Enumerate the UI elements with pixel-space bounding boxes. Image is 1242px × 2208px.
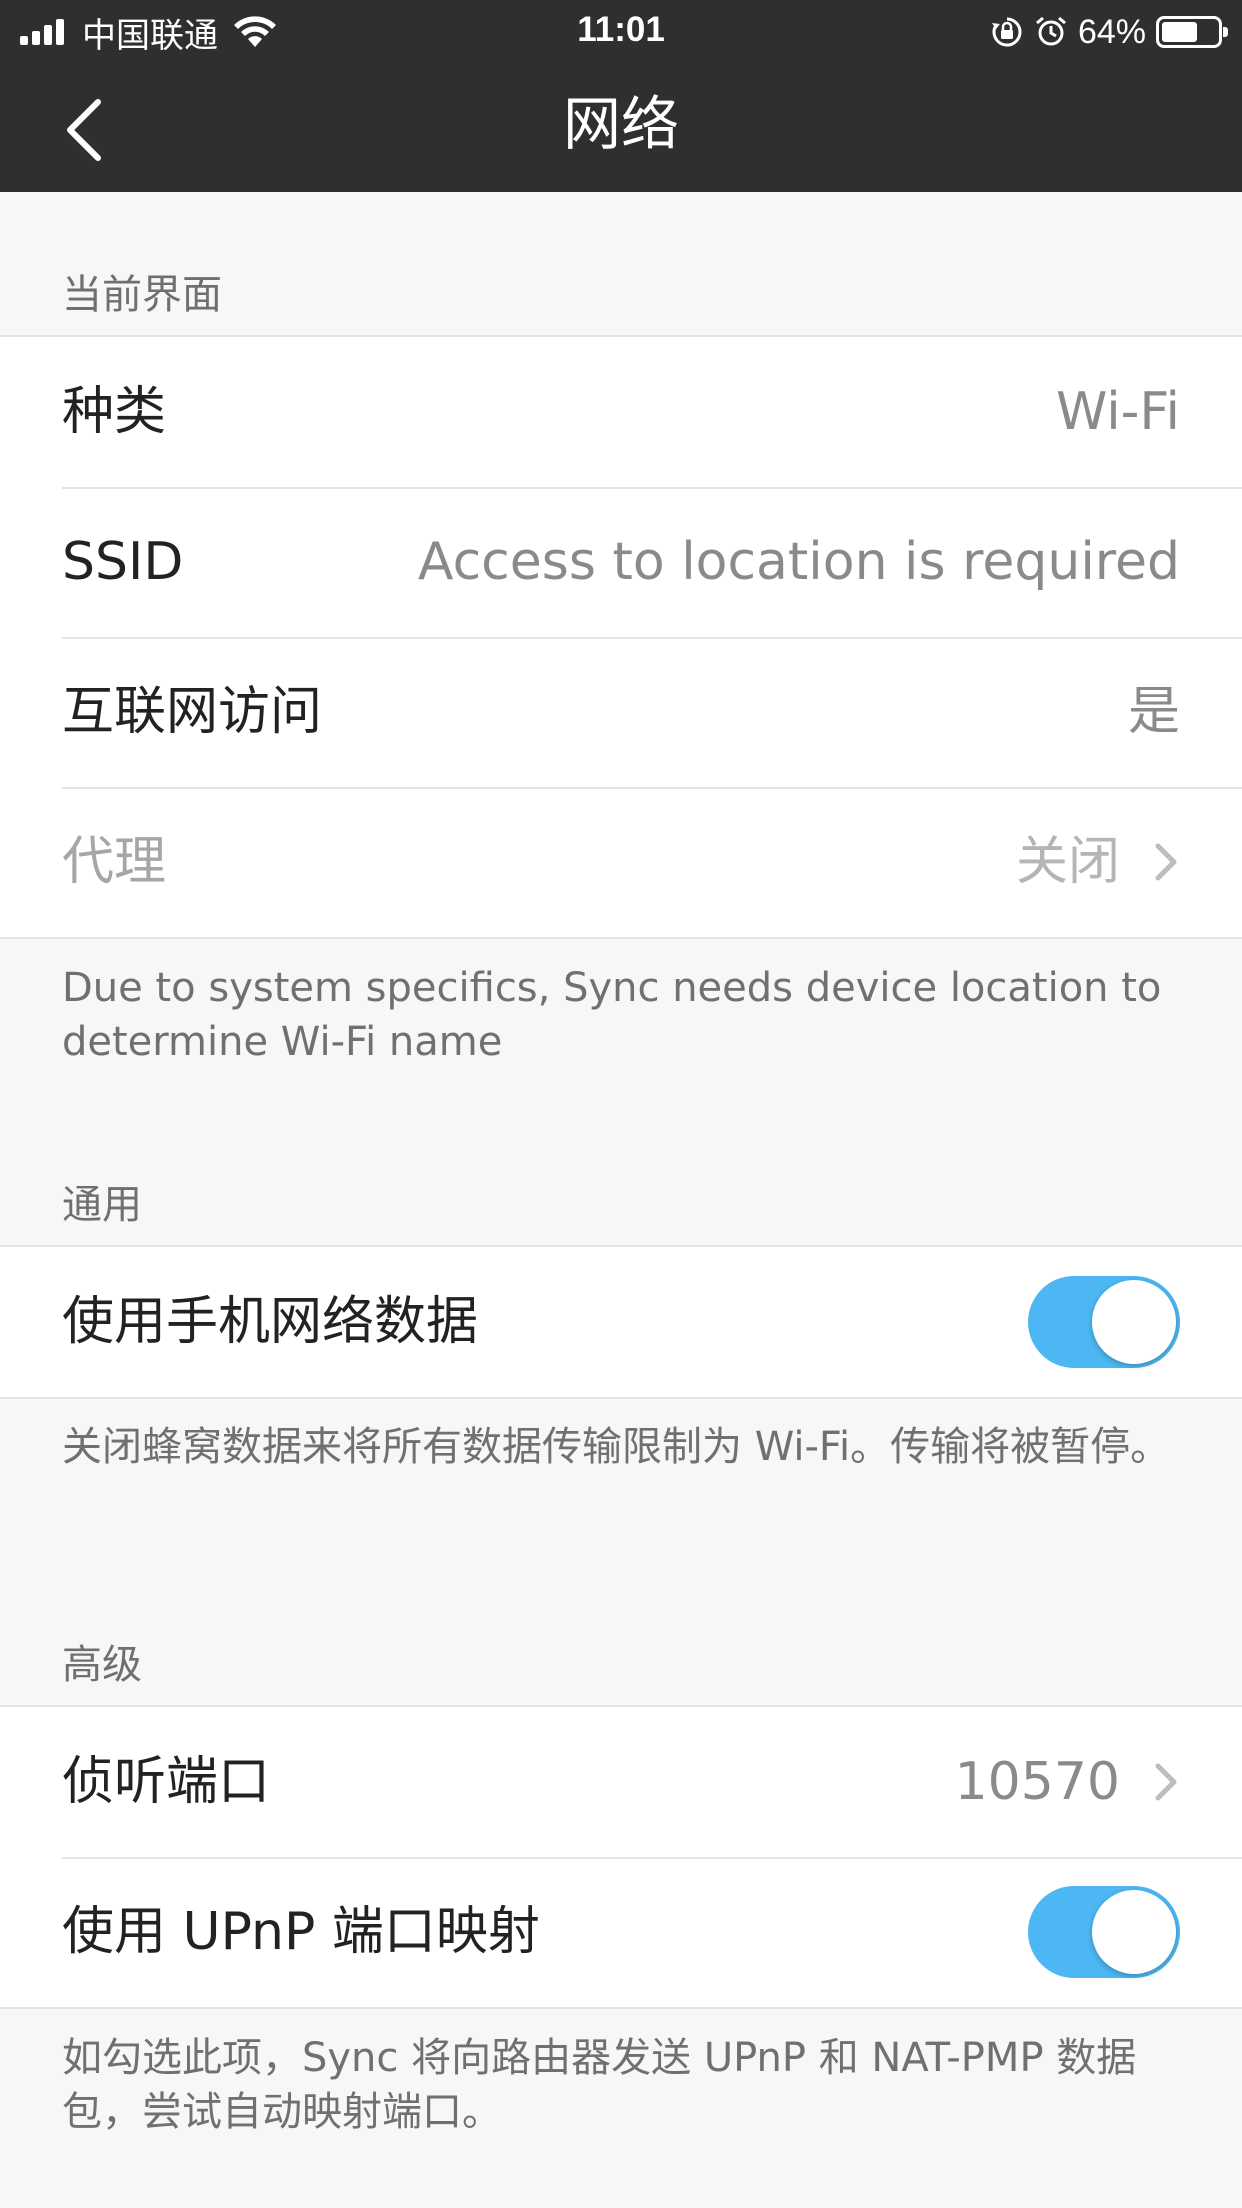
- section-header-advanced: 高级: [62, 1642, 142, 1688]
- toggle-knob: [1092, 1890, 1176, 1974]
- current-interface-group: 种类 Wi-Fi SSID Access to location is requ…: [0, 335, 1242, 939]
- row-internet-access: 互联网访问 是: [0, 637, 1242, 787]
- row-label: 使用手机网络数据: [62, 1292, 479, 1352]
- advanced-group: 侦听端口 10570 使用 UPnP 端口映射: [0, 1705, 1242, 2009]
- battery-fill: [1162, 22, 1197, 42]
- row-value: 10570: [954, 1752, 1120, 1812]
- section-header-general: 通用: [62, 1182, 142, 1228]
- page-title: 网络: [562, 90, 679, 158]
- row-upnp: 使用 UPnP 端口映射: [0, 1857, 1242, 2007]
- status-bar: 中国联通 11:01 64%: [0, 0, 1242, 62]
- row-ssid: SSID Access to location is required: [0, 487, 1242, 637]
- row-label: 使用 UPnP 端口映射: [62, 1902, 540, 1962]
- row-label: 种类: [62, 382, 167, 442]
- alarm-icon: [1035, 16, 1066, 46]
- mobile-data-toggle[interactable]: [1028, 1276, 1180, 1368]
- location-footnote: Due to system specifics, Sync needs devi…: [62, 965, 1162, 1065]
- row-value: Wi-Fi: [1055, 382, 1180, 442]
- battery-percent: 64%: [1077, 12, 1146, 51]
- toggle-knob: [1092, 1280, 1176, 1364]
- row-label: 代理: [62, 832, 167, 892]
- battery-icon: [1156, 16, 1228, 48]
- row-mobile-data: 使用手机网络数据: [0, 1247, 1242, 1397]
- row-value: 关闭: [1015, 832, 1120, 892]
- general-group: 使用手机网络数据: [0, 1245, 1242, 1399]
- row-label: SSID: [62, 532, 184, 592]
- section-header-current-interface: 当前界面: [62, 272, 222, 318]
- row-type: 种类 Wi-Fi: [0, 337, 1242, 487]
- mobile-data-footnote: 关闭蜂窝数据来将所有数据传输限制为 Wi-Fi。传输将被暂停。: [62, 1424, 1171, 1470]
- upnp-footnote: 如勾选此项，Sync 将向路由器发送 UPnP 和 NAT-PMP 数据包，尝试…: [62, 2035, 1137, 2135]
- upnp-toggle[interactable]: [1028, 1886, 1180, 1978]
- navigation-bar: 网络: [0, 62, 1242, 192]
- row-label: 侦听端口: [62, 1752, 271, 1812]
- orientation-lock-icon: [991, 17, 1022, 47]
- row-label: 互联网访问: [62, 682, 323, 742]
- row-value: 是: [1127, 682, 1180, 742]
- row-proxy[interactable]: 代理 关闭: [0, 787, 1242, 937]
- row-listen-port[interactable]: 侦听端口 10570: [0, 1707, 1242, 1857]
- row-value: Access to location is required: [417, 532, 1180, 592]
- chevron-right-icon: [1155, 843, 1177, 881]
- chevron-right-icon: [1155, 1763, 1177, 1801]
